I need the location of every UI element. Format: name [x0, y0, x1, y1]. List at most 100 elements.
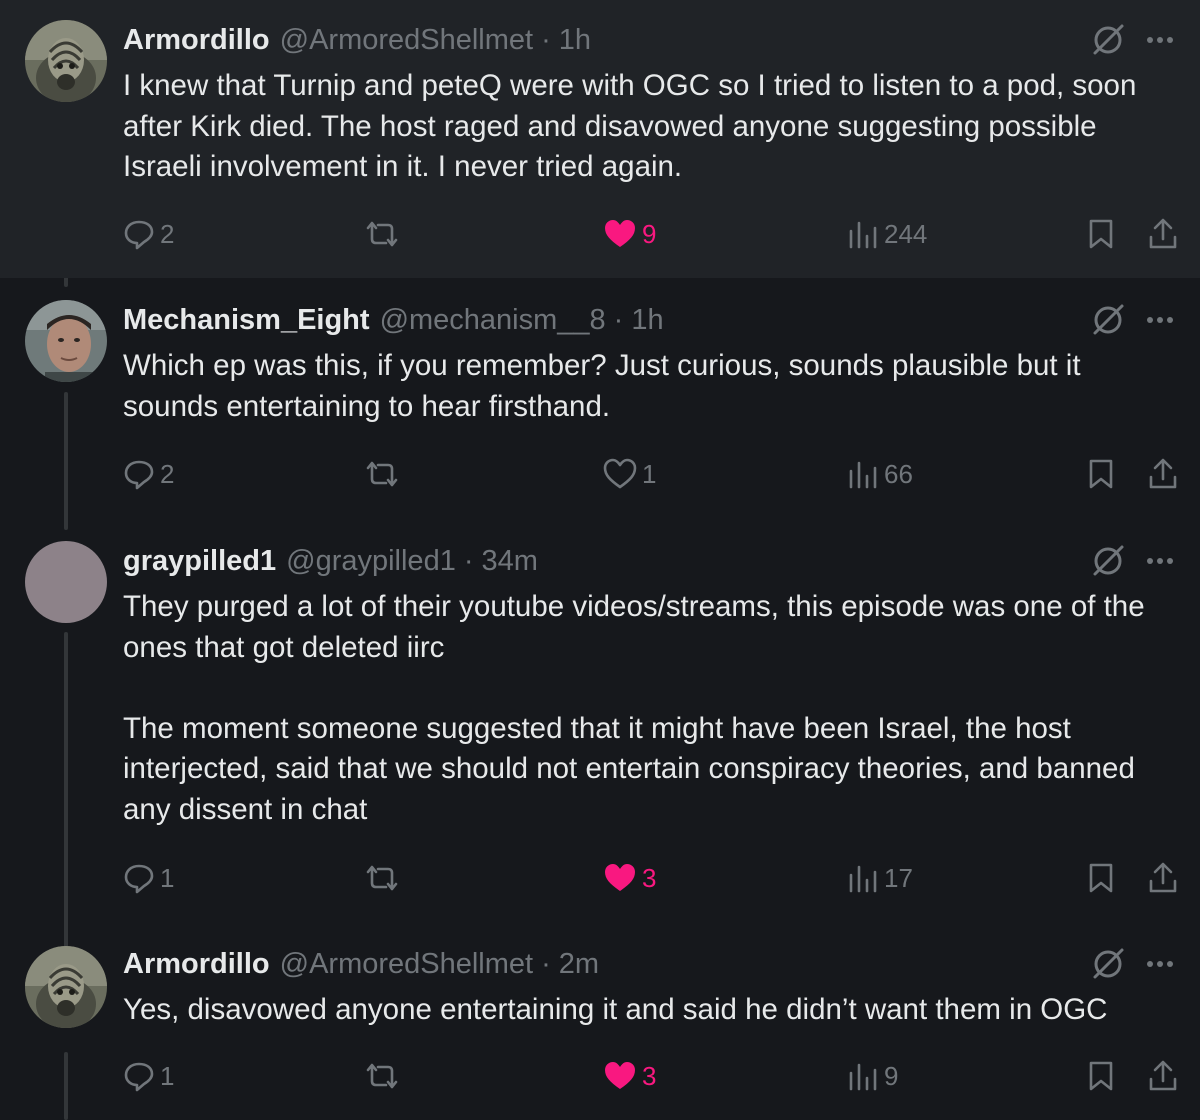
reply-button[interactable]: 1	[122, 856, 174, 900]
tweet-text: They purged a lot of their youtube video…	[123, 590, 1145, 826]
user-handle[interactable]: @mechanism__8	[380, 304, 606, 337]
user-handle[interactable]: @graypilled1	[286, 545, 456, 578]
share-button[interactable]	[1146, 452, 1180, 496]
bookmark-button[interactable]	[1084, 856, 1118, 900]
grok-icon[interactable]	[1088, 20, 1128, 60]
view-count: 9	[884, 1060, 899, 1091]
views-icon	[849, 865, 877, 893]
more-icon[interactable]	[1140, 300, 1180, 340]
reply-count: 1	[160, 1060, 175, 1091]
view-count: 17	[884, 862, 913, 893]
share-button[interactable]	[1146, 856, 1180, 900]
more-icon[interactable]	[1140, 541, 1180, 581]
grok-icon[interactable]	[1088, 944, 1128, 984]
reply-count: 2	[160, 458, 175, 489]
more-icon[interactable]	[1140, 944, 1180, 984]
like-count: 9	[642, 218, 657, 249]
views-icon	[849, 461, 877, 489]
tweet-actions: 1 3 17	[0, 856, 1200, 900]
tweet-header: Mechanism_Eight @mechanism__8 · 1h	[123, 300, 1050, 340]
reply-button[interactable]: 2	[122, 212, 174, 256]
heart-icon	[605, 1062, 635, 1089]
reply-count: 1	[160, 862, 175, 893]
tweet[interactable]: Armordillo @ArmoredShellmet · 2m Yes, di…	[0, 938, 1200, 1120]
views-icon	[849, 1063, 877, 1091]
share-icon	[1149, 458, 1177, 489]
bookmark-icon	[1089, 219, 1113, 249]
share-icon	[1149, 218, 1177, 249]
grok-icon[interactable]	[1088, 541, 1128, 581]
like-count: 1	[642, 458, 657, 489]
like-button[interactable]: 9	[602, 212, 656, 256]
reply-button[interactable]: 2	[122, 452, 174, 496]
repost-button[interactable]	[362, 1054, 402, 1098]
avatar[interactable]	[25, 20, 107, 102]
timestamp[interactable]: 1h	[631, 304, 663, 337]
repost-icon	[366, 221, 398, 247]
tweet-text: Which ep was this, if you remember? Just…	[123, 349, 1081, 423]
display-name[interactable]: graypilled1	[123, 545, 276, 578]
repost-icon	[366, 461, 398, 487]
views-icon	[849, 221, 877, 249]
views-button[interactable]: 17	[846, 856, 913, 900]
tweet-actions: 1 3 9	[0, 1054, 1200, 1098]
tweet-actions: 2 1 66	[0, 452, 1200, 496]
share-icon	[1149, 1060, 1177, 1091]
tweet-header: Armordillo @ArmoredShellmet · 2m	[123, 944, 1050, 984]
tweet[interactable]: Armordillo @ArmoredShellmet · 1h I knew …	[0, 0, 1200, 278]
like-button[interactable]: 3	[602, 856, 656, 900]
tweet[interactable]: Mechanism_Eight @mechanism__8 · 1h Which…	[0, 278, 1200, 528]
repost-button[interactable]	[362, 856, 402, 900]
repost-button[interactable]	[362, 212, 402, 256]
views-button[interactable]: 244	[846, 212, 927, 256]
grok-icon[interactable]	[1088, 300, 1128, 340]
tweet-text: Yes, disavowed anyone entertaining it an…	[123, 993, 1108, 1026]
bookmark-button[interactable]	[1084, 212, 1118, 256]
timestamp[interactable]: 1h	[559, 24, 591, 57]
heart-icon	[605, 864, 635, 891]
more-icon[interactable]	[1140, 20, 1180, 60]
share-button[interactable]	[1146, 212, 1180, 256]
repost-icon	[366, 1063, 398, 1089]
user-handle[interactable]: @ArmoredShellmet	[280, 948, 533, 981]
bookmark-button[interactable]	[1084, 452, 1118, 496]
share-button[interactable]	[1146, 1054, 1180, 1098]
reply-icon	[124, 1062, 154, 1092]
separator-dot: ·	[463, 544, 474, 577]
bookmark-icon	[1089, 1061, 1113, 1091]
views-button[interactable]: 66	[846, 452, 913, 496]
reply-icon	[124, 220, 154, 250]
tweet-header: Armordillo @ArmoredShellmet · 1h	[123, 20, 1050, 60]
timestamp[interactable]: 2m	[559, 948, 599, 981]
reply-count: 2	[160, 218, 175, 249]
repost-button[interactable]	[362, 452, 402, 496]
separator-dot: ·	[541, 947, 551, 980]
like-button[interactable]: 1	[602, 452, 656, 496]
bookmark-button[interactable]	[1084, 1054, 1118, 1098]
heart-icon	[603, 458, 637, 489]
share-icon	[1149, 862, 1177, 893]
display-name[interactable]: Mechanism_Eight	[123, 304, 370, 337]
views-button[interactable]: 9	[846, 1054, 898, 1098]
reply-icon	[124, 460, 154, 490]
avatar[interactable]	[25, 541, 107, 623]
like-button[interactable]: 3	[602, 1054, 656, 1098]
view-count: 66	[884, 458, 913, 489]
like-count: 3	[642, 862, 657, 893]
user-handle[interactable]: @ArmoredShellmet	[280, 24, 533, 57]
separator-dot: ·	[541, 23, 551, 56]
tweet-text: I knew that Turnip and peteQ were with O…	[123, 69, 1137, 183]
view-count: 244	[884, 218, 928, 249]
display-name[interactable]: Armordillo	[123, 24, 270, 57]
display-name[interactable]: Armordillo	[123, 948, 270, 981]
tweet[interactable]: graypilled1 @graypilled1 · 34m They purg…	[0, 528, 1200, 938]
timestamp[interactable]: 34m	[482, 545, 538, 578]
like-count: 3	[642, 1060, 657, 1091]
reply-button[interactable]: 1	[122, 1054, 174, 1098]
separator-dot: ·	[613, 303, 624, 336]
avatar[interactable]	[25, 300, 107, 382]
avatar[interactable]	[25, 946, 107, 1028]
tweet-header: graypilled1 @graypilled1 · 34m	[123, 541, 1050, 581]
bookmark-icon	[1089, 863, 1113, 893]
tweet-actions: 2 9 244	[0, 212, 1200, 256]
